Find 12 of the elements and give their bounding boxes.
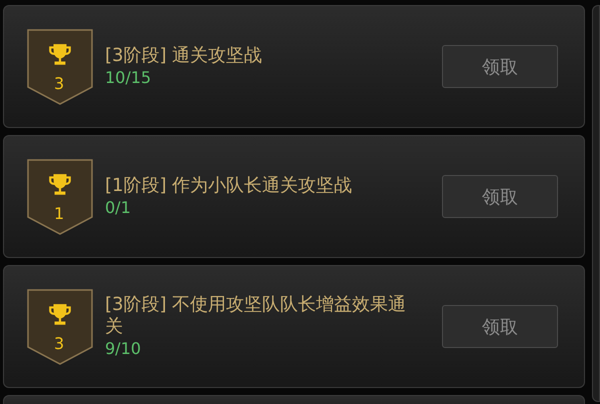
stage-number: 1 — [54, 204, 64, 222]
stage-number: 3 — [54, 334, 64, 352]
trophy-icon — [47, 302, 73, 328]
claim-button[interactable]: 领取 — [442, 305, 558, 348]
task-title: [3阶段] 不使用攻坚队队长增益效果通关 — [105, 294, 408, 338]
task-title: [3阶段] 通关攻坚战 — [105, 44, 264, 66]
claim-button[interactable]: 领取 — [442, 175, 558, 218]
task-title: [1阶段] 作为小队长通关攻坚战 — [105, 174, 354, 196]
trophy-icon — [47, 172, 73, 198]
trophy-icon — [47, 42, 73, 68]
claim-button[interactable]: 领取 — [442, 45, 558, 88]
stage-number: 3 — [54, 74, 64, 92]
